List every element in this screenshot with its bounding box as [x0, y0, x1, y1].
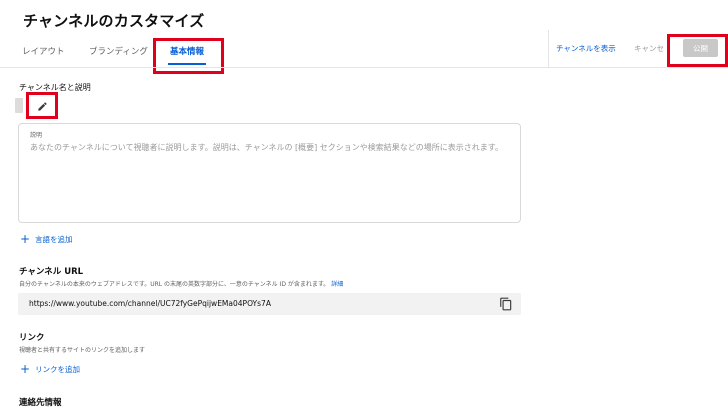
links-label: リンク: [19, 333, 45, 343]
description-placeholder: あなたのチャンネルについて視聴者に説明します。説明は、チャンネルの [概要] セ…: [30, 143, 504, 152]
description-field[interactable]: 説明 あなたのチャンネルについて視聴者に説明します。説明は、チャンネルの [概要…: [18, 123, 521, 223]
tab-branding[interactable]: ブランディング: [89, 45, 148, 57]
copy-icon[interactable]: [499, 297, 513, 311]
cancel-button[interactable]: キャンセ: [634, 43, 664, 54]
highlight-basic-info-tab: [153, 38, 224, 74]
channel-url-label: チャンネル URL: [19, 267, 84, 277]
header-separator: [548, 30, 549, 68]
add-language-button[interactable]: + 言語を追加: [20, 233, 73, 245]
plus-icon: +: [20, 232, 31, 246]
tab-bar: レイアウト ブランディング 基本情報: [0, 40, 540, 68]
header-divider: [0, 67, 728, 68]
tab-layout[interactable]: レイアウト: [22, 45, 65, 57]
add-link-label: リンクを追加: [35, 364, 81, 374]
channel-name-field[interactable]: [15, 98, 23, 113]
links-helper: 視聴者と共有するサイトのリンクを追加します: [19, 347, 146, 354]
channel-url-helper: 自分のチャンネルの本来のウェブアドレスです。URL の末尾の英数字部分に、一意の…: [19, 279, 343, 288]
channel-url-helper-text: 自分のチャンネルの本来のウェブアドレスです。URL の末尾の英数字部分に、一意の…: [19, 281, 330, 288]
add-link-button[interactable]: + リンクを追加: [20, 363, 80, 375]
channel-url-field[interactable]: https://www.youtube.com/channel/UC72fyGe…: [18, 293, 521, 315]
channel-url-value: https://www.youtube.com/channel/UC72fyGe…: [29, 299, 271, 308]
add-language-label: 言語を追加: [35, 234, 73, 244]
highlight-publish-button: [667, 34, 728, 67]
description-label: 説明: [30, 132, 43, 139]
view-channel-link[interactable]: チャンネルを表示: [556, 43, 616, 54]
contact-info-label: 連絡先情報: [19, 398, 62, 408]
highlight-edit-button: [26, 92, 58, 119]
page-title: チャンネルのカスタマイズ: [23, 12, 205, 30]
learn-more-link[interactable]: 詳細: [331, 281, 343, 288]
plus-icon: +: [20, 362, 31, 376]
